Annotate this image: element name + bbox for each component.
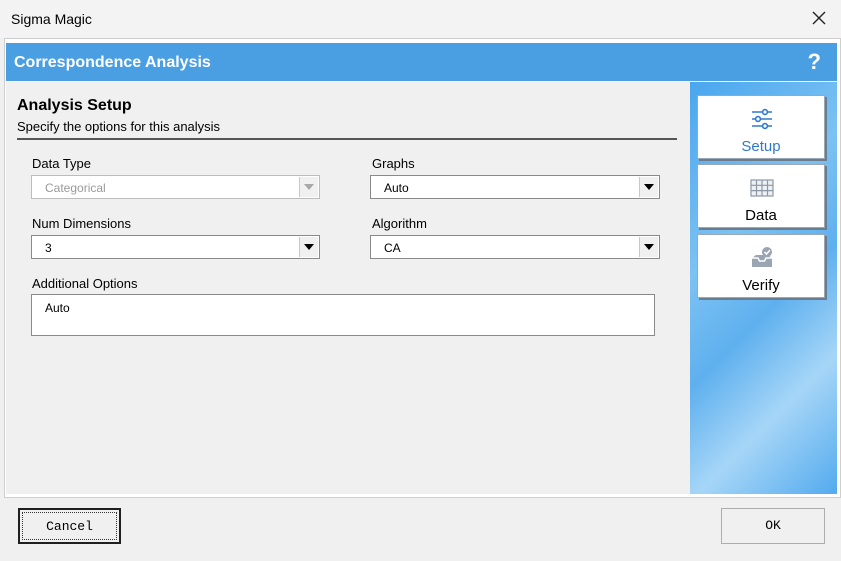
- sliders-icon: [750, 107, 774, 136]
- data-type-label: Data Type: [32, 156, 92, 171]
- algorithm-dropdown[interactable]: CA: [370, 235, 660, 259]
- dialog-title: Correspondence Analysis: [14, 54, 211, 71]
- section-subtitle: Specify the options for this analysis: [17, 119, 221, 134]
- additional-options-label: Additional Options: [32, 276, 138, 291]
- algorithm-label: Algorithm: [372, 216, 427, 231]
- nav-setup-label: Setup: [741, 138, 781, 155]
- nav-data-label: Data: [745, 207, 777, 224]
- close-icon[interactable]: [809, 8, 829, 28]
- chevron-down-icon[interactable]: [639, 237, 658, 257]
- data-type-dropdown: Categorical: [31, 175, 320, 199]
- nav-sidebar: Setup Data Verify: [690, 82, 837, 494]
- num-dimensions-dropdown[interactable]: 3: [31, 235, 320, 259]
- chevron-down-icon[interactable]: [299, 237, 318, 257]
- header-banner: Correspondence Analysis ?: [6, 43, 837, 81]
- additional-options-value: Auto: [45, 301, 70, 315]
- nav-verify-label: Verify: [742, 277, 780, 294]
- graphs-label: Graphs: [372, 156, 415, 171]
- title-bar: Sigma Magic: [0, 0, 841, 38]
- nav-verify-button[interactable]: Verify: [697, 234, 825, 298]
- graphs-value: Auto: [384, 181, 409, 195]
- window-title: Sigma Magic: [11, 11, 92, 27]
- chevron-down-icon: [299, 177, 318, 197]
- help-icon[interactable]: ?: [808, 49, 821, 75]
- chevron-down-icon[interactable]: [639, 177, 658, 197]
- num-dimensions-value: 3: [45, 241, 52, 255]
- cancel-button[interactable]: Cancel: [18, 508, 121, 544]
- nav-data-button[interactable]: Data: [697, 164, 825, 228]
- graphs-dropdown[interactable]: Auto: [370, 175, 660, 199]
- divider: [17, 138, 677, 140]
- ok-button[interactable]: OK: [721, 508, 825, 544]
- table-icon: [750, 176, 774, 205]
- inbox-check-icon: [750, 246, 774, 275]
- setup-panel: Analysis Setup Specify the options for t…: [6, 82, 690, 494]
- algorithm-value: CA: [384, 241, 401, 255]
- nav-setup-button[interactable]: Setup: [697, 95, 825, 159]
- data-type-value: Categorical: [45, 181, 106, 195]
- section-title: Analysis Setup: [17, 97, 132, 114]
- additional-options-input[interactable]: Auto: [31, 294, 655, 336]
- cancel-button-label: Cancel: [22, 512, 117, 540]
- num-dimensions-label: Num Dimensions: [32, 216, 131, 231]
